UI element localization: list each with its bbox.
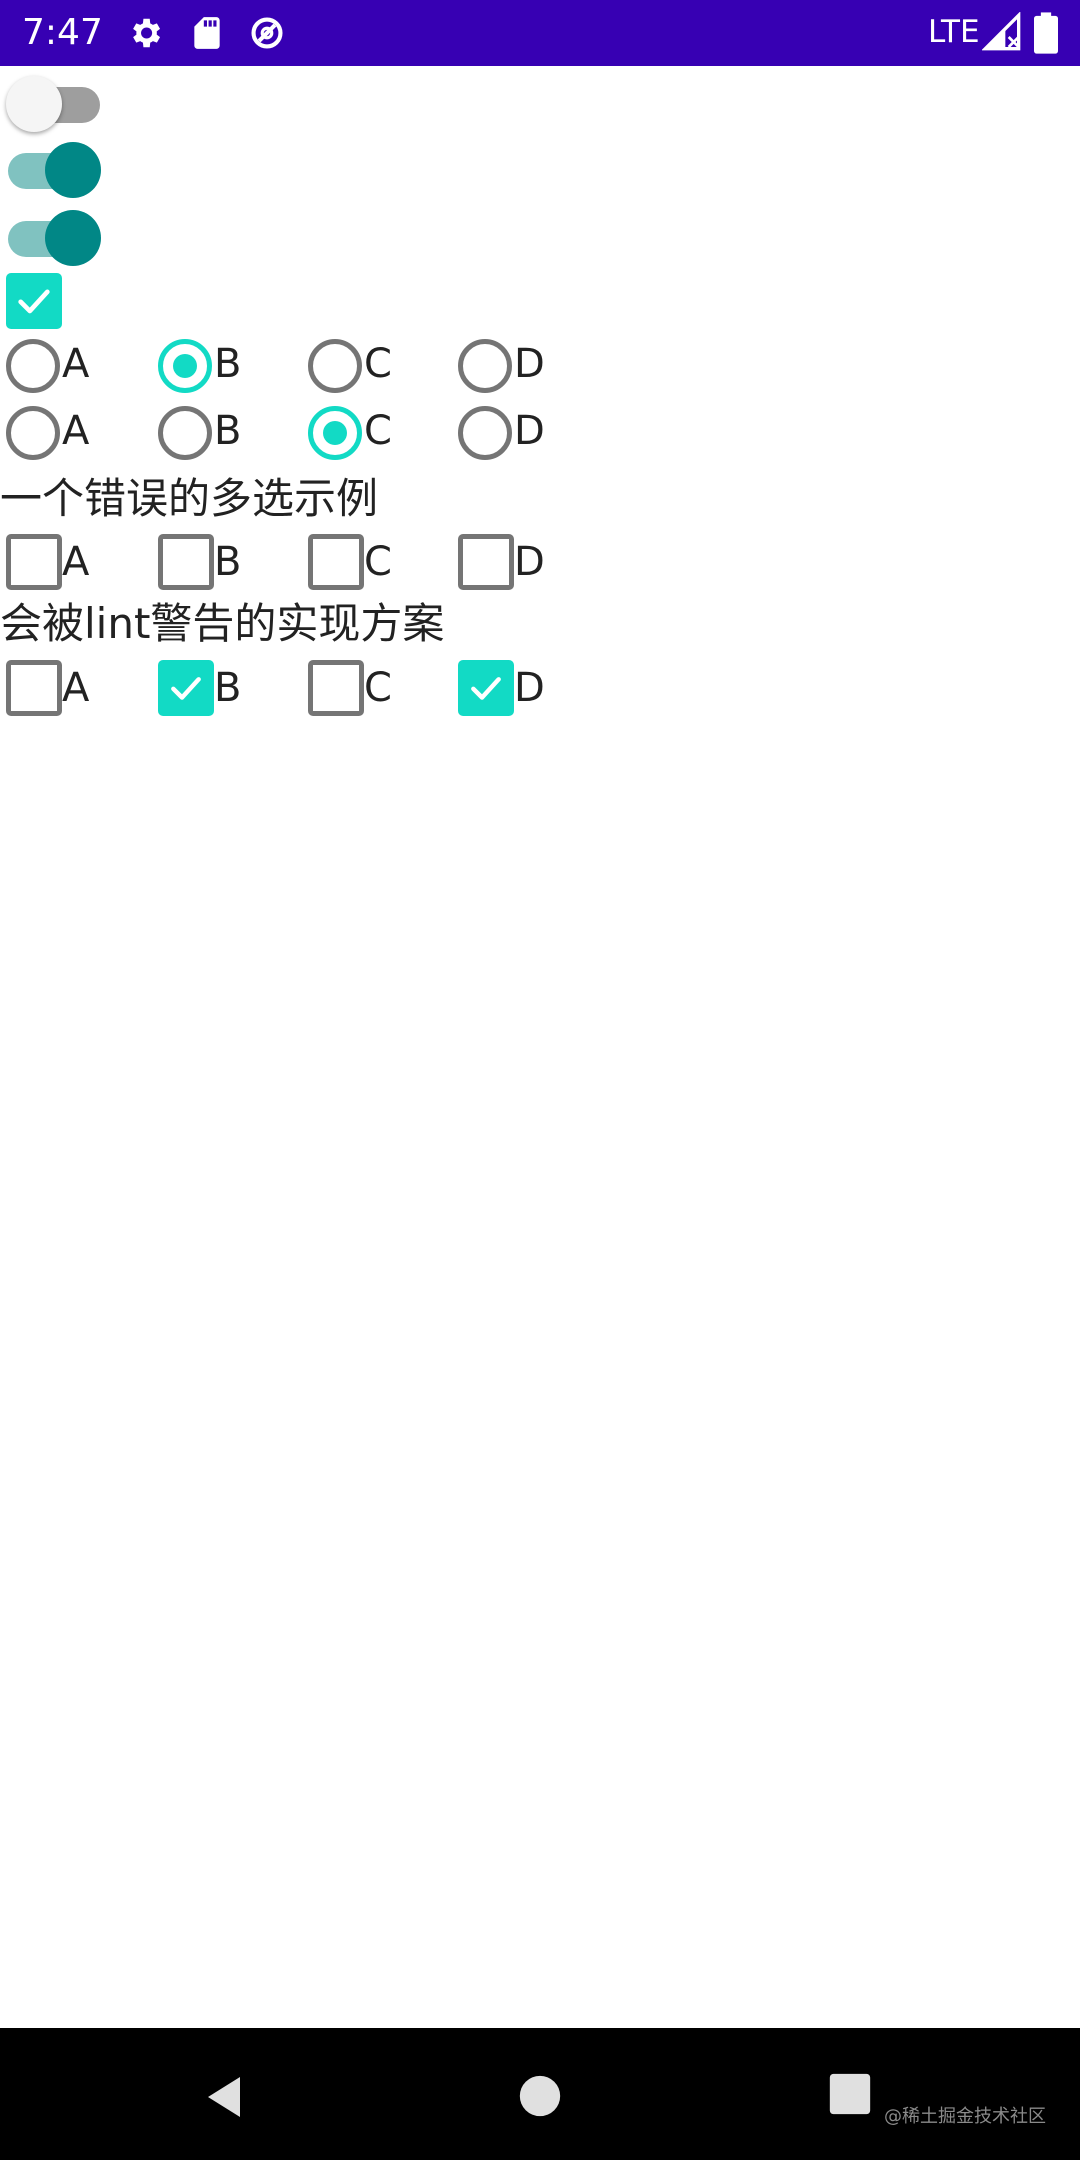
radio-label: A [62, 341, 90, 387]
network-type: LTE [928, 14, 980, 50]
checkbox-label: B [214, 539, 242, 585]
checkbox-label: B [214, 665, 242, 711]
status-time: 7:47 [22, 12, 103, 53]
signal-icon [982, 12, 1021, 51]
checkbox[interactable] [158, 660, 214, 716]
checkbox[interactable] [308, 534, 364, 590]
checkbox-label: A [62, 539, 90, 585]
checkbox-label: A [62, 665, 90, 711]
radio-button[interactable] [158, 339, 212, 393]
checkbox-label: C [364, 665, 392, 711]
radio-label: C [364, 408, 392, 454]
home-icon[interactable] [518, 2074, 562, 2118]
back-icon[interactable] [200, 2072, 248, 2122]
data-saver-icon [251, 17, 283, 49]
status-bar: 7:47 LTE [0, 0, 1080, 66]
switch-2[interactable] [0, 132, 110, 198]
checkbox[interactable] [458, 660, 514, 716]
switch-thumb [45, 142, 101, 198]
radio-button[interactable] [458, 339, 512, 393]
section-title-wrong-example: 一个错误的多选示例 [0, 474, 379, 523]
watermark: @稀土掘金技术社区 [884, 2106, 1046, 2127]
radio-group-2: A B C D [0, 399, 1080, 465]
radio-label: B [214, 341, 242, 387]
checkbox[interactable] [158, 534, 214, 590]
check-icon [471, 677, 501, 700]
gear-icon [133, 18, 161, 48]
radio-label: B [214, 408, 242, 454]
check-icon [18, 289, 50, 314]
navigation-bar [0, 2028, 1080, 2160]
sd-card-icon [194, 17, 220, 49]
checkbox-group-lint: A B C D [0, 656, 1080, 722]
checkbox-label: D [514, 665, 545, 711]
checkbox[interactable] [308, 660, 364, 716]
checkbox[interactable] [458, 534, 514, 590]
radio-button[interactable] [308, 339, 362, 393]
checkbox-group-wrong: A B C D [0, 530, 1080, 596]
radio-button[interactable] [308, 406, 362, 460]
switch-thumb [45, 210, 101, 266]
checkbox[interactable] [6, 534, 62, 590]
standalone-checkbox[interactable] [6, 273, 62, 329]
radio-label: D [514, 341, 545, 387]
switch-thumb [6, 76, 62, 132]
checkbox[interactable] [6, 660, 62, 716]
radio-label: C [364, 341, 392, 387]
radio-button[interactable] [458, 406, 512, 460]
section-title-lint-example: 会被lint警告的实现方案 [0, 599, 445, 648]
radio-button[interactable] [6, 339, 60, 393]
switch-1[interactable] [0, 66, 110, 132]
radio-button[interactable] [6, 406, 60, 460]
radio-label: A [62, 408, 90, 454]
radio-group-1: A B C D [0, 332, 1080, 398]
radio-button[interactable] [158, 406, 212, 460]
check-icon [171, 677, 201, 700]
radio-label: D [514, 408, 545, 454]
recents-icon[interactable] [828, 2072, 872, 2116]
checkbox-label: C [364, 539, 392, 585]
battery-icon [1034, 12, 1058, 54]
checkbox-label: D [514, 539, 545, 585]
switch-3[interactable] [0, 200, 110, 266]
